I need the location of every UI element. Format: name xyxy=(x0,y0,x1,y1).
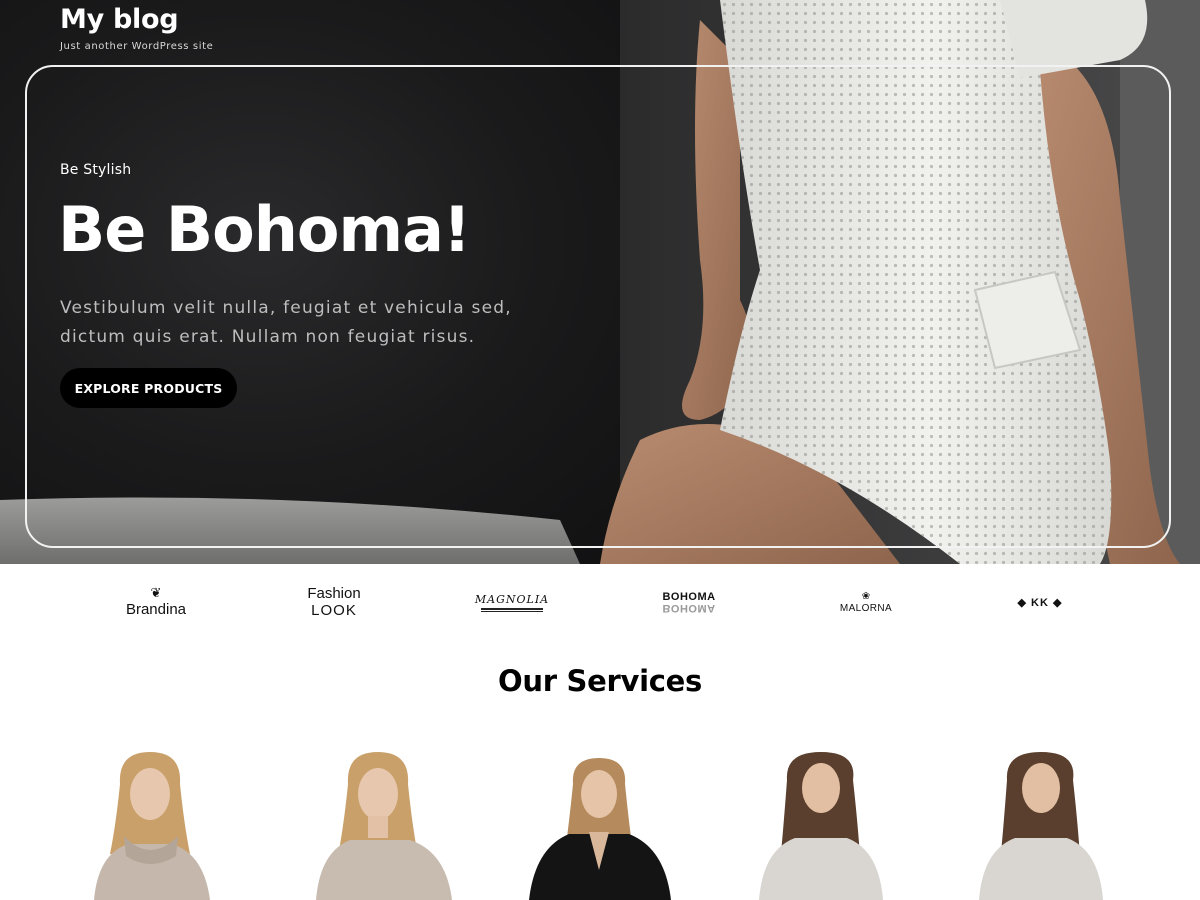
leaf-emblem-icon: ❦ xyxy=(150,585,162,601)
brand-name: MAGNOLIA xyxy=(474,592,550,606)
brand-name-line2: LOOK xyxy=(311,602,357,619)
brand-logo-bohoma[interactable]: BOHOMA BOHOMA xyxy=(648,564,730,640)
brand-name: KK xyxy=(1031,596,1049,609)
diamond-icon: ◆ xyxy=(1017,596,1027,609)
service-image xyxy=(979,752,1103,900)
service-image xyxy=(759,752,883,900)
services-heading: Our Services xyxy=(498,664,702,698)
brand-logo-fashion-look[interactable]: Fashion LOOK xyxy=(290,564,378,640)
brand-underline xyxy=(481,607,543,612)
service-image xyxy=(94,752,210,900)
service-card[interactable] xyxy=(80,744,230,900)
brand-logo-brandina[interactable]: ❦ Brandina xyxy=(110,564,202,640)
brand-name: Brandina xyxy=(125,600,187,618)
service-image xyxy=(316,752,452,900)
service-card[interactable] xyxy=(525,744,675,900)
hero-heading: Be Bohoma! xyxy=(58,193,471,266)
hero-section: My blog Just another WordPress site Be S… xyxy=(0,0,1200,564)
service-card[interactable] xyxy=(745,744,895,900)
brand-name-reflection: BOHOMA xyxy=(662,602,716,614)
service-card[interactable] xyxy=(965,744,1115,900)
service-image xyxy=(529,758,671,900)
leaf-emblem-icon: ❀ xyxy=(861,590,871,602)
site-tagline: Just another WordPress site xyxy=(60,41,214,52)
explore-products-button[interactable]: EXPLORE PRODUCTS xyxy=(60,368,237,408)
hero-kicker: Be Stylish xyxy=(60,162,132,178)
brand-logo-kk[interactable]: ◆ KK ◆ xyxy=(1000,564,1080,640)
brand-name-line1: Fashion xyxy=(307,585,361,602)
hero-description: Vestibulum velit nulla, feugiat et vehic… xyxy=(60,298,512,347)
site-title[interactable]: My blog xyxy=(60,4,179,35)
brand-name: MALORNA xyxy=(839,602,893,614)
service-card[interactable] xyxy=(310,744,460,900)
brand-logo-magnolia[interactable]: MAGNOLIA xyxy=(470,564,554,640)
brand-logo-malorna[interactable]: ❀ MALORNA xyxy=(826,564,906,640)
brand-logos-row: ❦ Brandina Fashion LOOK MAGNOLIA BOHOMA … xyxy=(0,564,1200,640)
diamond-icon: ◆ xyxy=(1053,596,1063,609)
